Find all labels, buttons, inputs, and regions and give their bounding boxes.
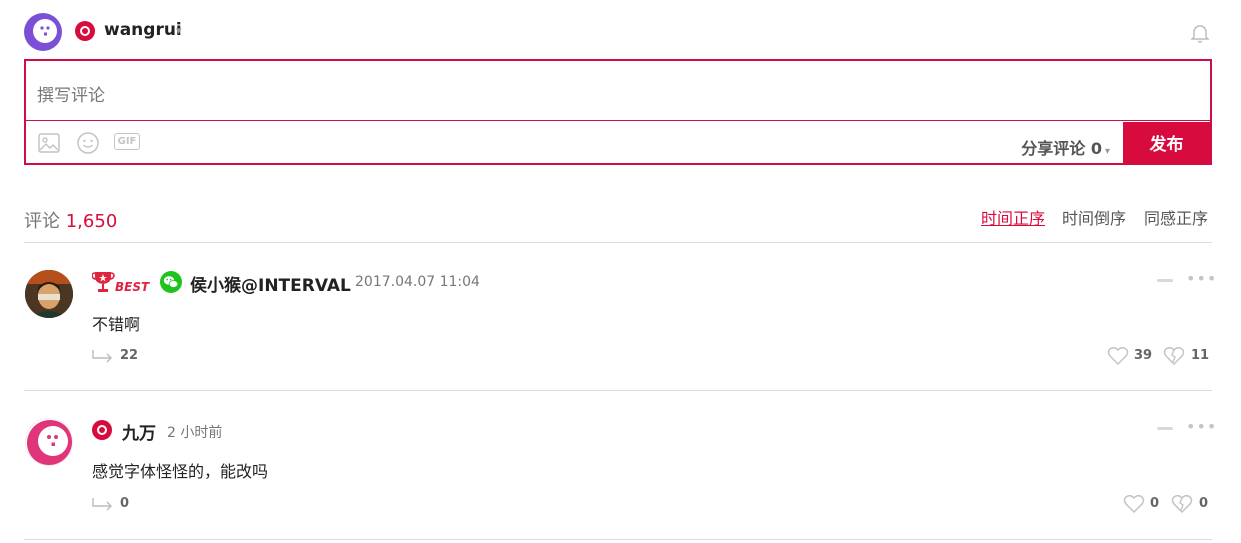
- gif-icon[interactable]: GIF: [114, 133, 140, 150]
- brand-logo-icon: [92, 420, 112, 440]
- like-icon[interactable]: [1123, 494, 1145, 518]
- dislike-count: 0: [1199, 496, 1209, 511]
- reply-icon[interactable]: [92, 348, 114, 367]
- comments-total: 1,650: [65, 211, 118, 232]
- reply-count: 22: [120, 348, 139, 363]
- best-label: BEST: [115, 280, 150, 294]
- like-count: 0: [1150, 496, 1160, 511]
- portrait-image: [25, 270, 73, 318]
- collapse-icon[interactable]: [1157, 279, 1173, 282]
- comment-text: 感觉字体怪怪的，能改吗: [92, 462, 269, 481]
- comment-editor: 撰写评论 GIF 分享评论 0 ▾ 发布: [24, 59, 1212, 165]
- best-badge: BEST: [91, 268, 150, 296]
- share-caret: ▾: [1104, 146, 1110, 157]
- broken-heart-icon[interactable]: [1171, 494, 1193, 518]
- divider: [24, 539, 1212, 540]
- more-options-icon[interactable]: •••: [1186, 417, 1217, 436]
- image-icon[interactable]: [37, 131, 61, 159]
- sort-time-asc[interactable]: 时间正序: [981, 205, 1045, 229]
- comment-placeholder: 撰写评论: [37, 86, 105, 106]
- reply-icon[interactable]: [92, 496, 114, 515]
- collapse-icon[interactable]: [1157, 427, 1173, 430]
- emoji-icon[interactable]: [76, 131, 100, 159]
- share-count: 0: [1090, 139, 1102, 158]
- publish-label: 发布: [1149, 135, 1184, 155]
- current-username[interactable]: wangrui: [104, 20, 182, 40]
- comments-label: 评论: [24, 211, 60, 232]
- sort-time-desc[interactable]: 时间倒序: [1062, 205, 1126, 229]
- brand-logo-icon: [75, 21, 95, 41]
- commenter-avatar[interactable]: [25, 270, 73, 318]
- gif-label: GIF: [117, 136, 137, 147]
- comment-username[interactable]: 九万: [122, 419, 156, 444]
- notification-bell-icon[interactable]: [1189, 23, 1211, 49]
- comment-text: 不错啊: [92, 315, 141, 334]
- comment-time: 2017.04.07 11:04: [355, 274, 480, 290]
- more-options-icon[interactable]: •••: [1186, 269, 1217, 288]
- avatar-face-icon: [33, 19, 57, 43]
- dislike-count: 11: [1191, 348, 1210, 363]
- like-count: 39: [1134, 348, 1153, 363]
- user-menu-caret[interactable]: ▾: [176, 24, 182, 37]
- wechat-icon: [160, 271, 182, 297]
- comment-time: 2 小时前: [167, 425, 223, 441]
- sort-agree-asc[interactable]: 同感正序: [1144, 205, 1208, 229]
- comment-input[interactable]: 撰写评论: [26, 61, 1210, 121]
- avatar-face-icon: [27, 420, 72, 465]
- current-user-avatar[interactable]: [24, 13, 62, 51]
- share-label: 分享评论: [1021, 139, 1086, 158]
- divider: [24, 242, 1212, 243]
- divider: [24, 390, 1212, 391]
- share-comment-toggle[interactable]: 分享评论 0 ▾: [1021, 135, 1110, 159]
- commenter-avatar[interactable]: [25, 418, 73, 466]
- comments-count-heading: 评论 1,650: [24, 207, 117, 233]
- publish-button[interactable]: 发布: [1123, 122, 1210, 163]
- like-icon[interactable]: [1107, 346, 1129, 370]
- broken-heart-icon[interactable]: [1163, 346, 1185, 370]
- reply-count: 0: [120, 496, 130, 511]
- comment-username[interactable]: 侯小猴@INTERVAL: [190, 271, 351, 296]
